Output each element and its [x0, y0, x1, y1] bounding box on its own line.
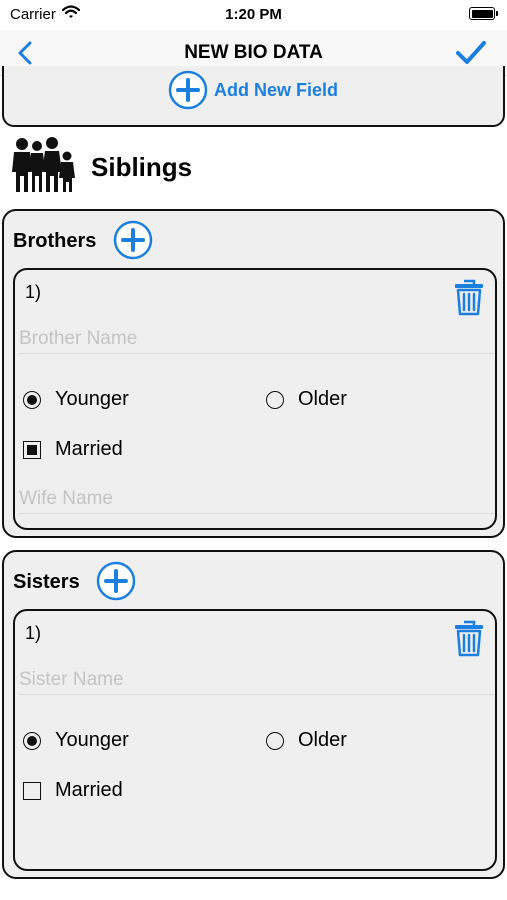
- brother-entry: 1) Brother Name Younger Older Married Wi…: [13, 268, 497, 530]
- status-time: 1:20 PM: [225, 6, 282, 23]
- older-radio[interactable]: Older: [266, 729, 347, 752]
- delete-brother-button[interactable]: [453, 278, 485, 316]
- save-button[interactable]: [455, 39, 487, 67]
- radio-selected-icon: [23, 731, 41, 750]
- plus-circle-icon: [113, 220, 153, 260]
- married-checkbox[interactable]: Married: [23, 779, 123, 802]
- younger-radio[interactable]: Younger: [23, 388, 129, 411]
- delete-sister-button[interactable]: [453, 619, 485, 657]
- family-icon: [10, 136, 76, 197]
- sisters-card: Sisters 1) Sister Name Younger Older Mar…: [2, 550, 505, 879]
- entry-index: 1): [25, 623, 42, 643]
- siblings-section-header: Siblings: [8, 134, 498, 194]
- married-label: Married: [55, 438, 123, 460]
- sister-entry: 1) Sister Name Younger Older Married: [13, 609, 497, 871]
- brother-name-field[interactable]: Brother Name: [19, 326, 495, 354]
- radio-unselected-icon: [266, 731, 284, 750]
- plus-circle-icon: [168, 70, 208, 110]
- wife-name-field[interactable]: Wife Name: [19, 486, 495, 514]
- radio-unselected-icon: [266, 390, 284, 409]
- radio-selected-icon: [23, 390, 41, 409]
- sisters-title: Sisters: [13, 571, 80, 593]
- older-label: Older: [298, 729, 347, 751]
- older-radio[interactable]: Older: [266, 388, 347, 411]
- entry-index: 1): [25, 282, 42, 302]
- older-label: Older: [298, 388, 347, 410]
- younger-label: Younger: [55, 729, 129, 751]
- add-new-field-button[interactable]: Add New Field: [168, 70, 339, 110]
- married-checkbox[interactable]: Married: [23, 438, 123, 461]
- brothers-card: Brothers 1) Brother Name Younger Older M…: [2, 209, 505, 538]
- page-title: NEW BIO DATA: [184, 42, 323, 63]
- brothers-title: Brothers: [13, 230, 97, 252]
- sister-name-field[interactable]: Sister Name: [19, 667, 495, 695]
- checkbox-unchecked-icon: [23, 781, 41, 800]
- status-bar: Carrier 1:20 PM: [0, 0, 507, 30]
- plus-circle-icon: [96, 561, 136, 601]
- checkmark-icon: [456, 41, 486, 64]
- add-sister-button[interactable]: [96, 561, 136, 601]
- trash-icon: [455, 279, 483, 316]
- checkbox-checked-icon: [23, 440, 41, 459]
- battery-icon: [469, 7, 498, 20]
- add-new-field-label: Add New Field: [214, 79, 339, 100]
- married-label: Married: [55, 779, 123, 801]
- younger-label: Younger: [55, 388, 129, 410]
- previous-section-card: Add New Field: [2, 66, 505, 127]
- younger-radio[interactable]: Younger: [23, 729, 129, 752]
- trash-icon: [455, 620, 483, 657]
- siblings-title: Siblings: [91, 152, 193, 182]
- add-brother-button[interactable]: [113, 220, 153, 260]
